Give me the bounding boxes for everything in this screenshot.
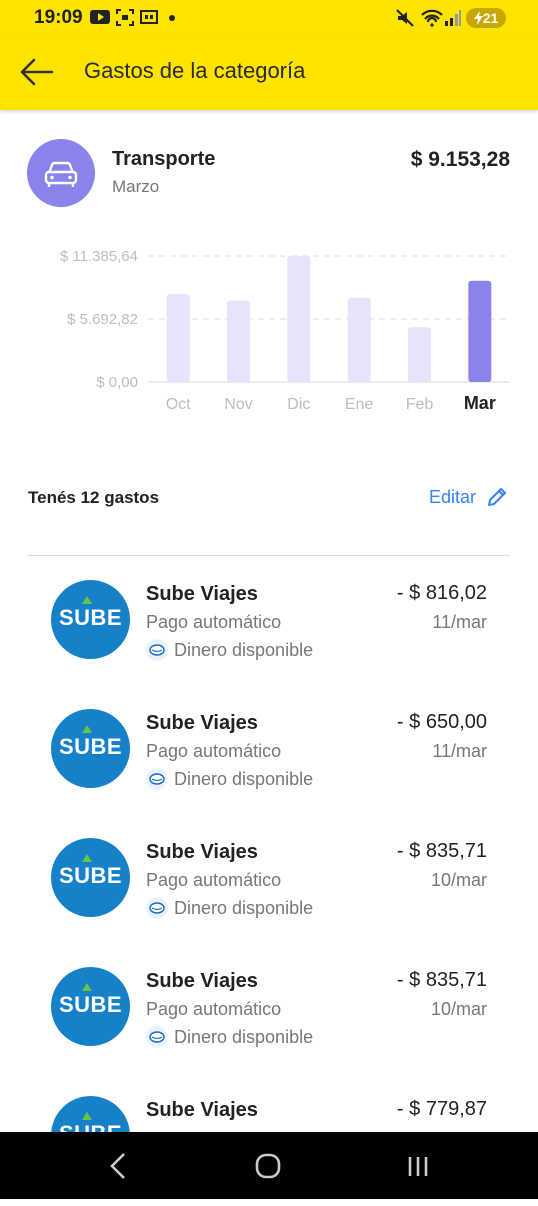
mercadopago-icon: [146, 639, 168, 661]
payment-source-label: Dinero disponible: [174, 768, 314, 789]
transaction-item[interactable]: SUBE Sube Viajes Pago automático Dinero …: [0, 709, 538, 819]
charging-icon: [473, 11, 483, 25]
edit-label: Editar: [428, 486, 476, 507]
expense-count: Tenés 12 gastos: [28, 488, 160, 507]
mercadopago-icon: [146, 897, 168, 919]
transaction-amount: - $ 835,71: [396, 840, 487, 862]
x-tick-label: Ene: [345, 396, 374, 413]
status-time: 19:09: [34, 7, 83, 28]
transaction-amount: - $ 816,02: [396, 582, 487, 604]
x-tick-label: Feb: [406, 396, 434, 413]
transaction-title: Sube Viajes: [146, 970, 258, 992]
payment-source-label: Dinero disponible: [174, 897, 314, 918]
nav-home-icon[interactable]: [254, 1150, 282, 1182]
transaction-item[interactable]: SUBE Sube Viajes Pago automático Dinero …: [0, 838, 538, 948]
page-title: Gastos de la categoría: [84, 58, 306, 83]
screenshot-icon: [116, 9, 134, 26]
app-header: Gastos de la categoría: [0, 36, 538, 110]
chart-bar: [227, 300, 250, 382]
payment-source: Dinero disponible: [146, 897, 313, 919]
transaction-amount: - $ 650,00: [396, 711, 487, 733]
battery-indicator: 21: [466, 8, 506, 28]
transaction-date: 10/mar: [430, 999, 487, 1019]
sube-logo: SUBE: [51, 709, 130, 788]
signal-icon: [445, 10, 461, 26]
back-button[interactable]: [18, 54, 58, 90]
transaction-amount: - $ 779,87: [396, 1098, 487, 1120]
battery-level: 21: [482, 10, 499, 26]
category-month: Marzo: [112, 177, 160, 196]
transaction-amount: - $ 835,71: [396, 969, 487, 991]
x-tick-label: Mar: [464, 393, 496, 413]
edit-button[interactable]: Editar: [429, 486, 508, 508]
sube-logo: SUBE: [51, 838, 130, 917]
gallery-icon: [140, 10, 158, 24]
y-tick-label: $ 11.385,64: [60, 248, 138, 265]
transaction-date: 10/mar: [430, 870, 487, 890]
y-tick-label: $ 5.692,82: [67, 311, 138, 328]
transaction-subtitle: Pago automático: [146, 999, 282, 1019]
chart-bar: [287, 256, 311, 382]
payment-source-label: Dinero disponible: [174, 1026, 314, 1047]
youtube-icon: [90, 10, 110, 24]
mute-icon: [396, 9, 414, 27]
system-nav-bar: [0, 1132, 538, 1199]
transaction-date: 11/mar: [432, 612, 487, 632]
mercadopago-icon: [146, 1026, 168, 1048]
transaction-subtitle: Pago automático: [146, 612, 282, 632]
transaction-title: Sube Viajes: [146, 583, 258, 605]
chart-bar: [408, 327, 431, 382]
category-name: Transporte: [112, 148, 216, 170]
pencil-icon: [488, 488, 506, 506]
payment-source: Dinero disponible: [146, 768, 313, 790]
y-tick-label: $ 0,00: [96, 374, 138, 391]
nav-back-icon[interactable]: [104, 1150, 132, 1182]
transaction-subtitle: Pago automático: [146, 870, 282, 890]
transaction-date: 11/mar: [432, 741, 487, 761]
divider: [28, 555, 510, 556]
x-tick-label: Dic: [287, 396, 310, 413]
transaction-title: Sube Viajes: [146, 841, 258, 863]
payment-source: Dinero disponible: [146, 639, 313, 661]
status-bar: 19:09 21: [0, 0, 538, 36]
chart-bar: [347, 297, 371, 382]
payment-source-label: Dinero disponible: [174, 639, 314, 660]
category-icon-badge: [27, 139, 95, 207]
sube-logo: SUBE: [51, 580, 130, 659]
chart-bar: [166, 294, 190, 382]
transaction-title: Sube Viajes: [146, 712, 258, 734]
transaction-title: Sube Viajes: [146, 1099, 258, 1121]
x-tick-label: Oct: [166, 396, 191, 413]
nav-recents-icon[interactable]: [404, 1150, 432, 1182]
mercadopago-icon: [146, 768, 168, 790]
transaction-item[interactable]: SUBE Sube Viajes Pago automático Dinero …: [0, 580, 538, 690]
car-icon: [44, 161, 78, 187]
x-tick-label: Nov: [224, 396, 252, 413]
monthly-spending-chart: $ 11.385,64 $ 5.692,82 $ 0,00 Oct Nov Dic Ene F…: [60, 248, 510, 413]
notification-dot-icon: [169, 15, 175, 21]
arrow-left-icon: [20, 58, 54, 86]
wifi-icon: [421, 9, 443, 27]
category-total: $ 9.153,28: [410, 148, 510, 171]
sube-logo: SUBE: [51, 967, 130, 1046]
payment-source: Dinero disponible: [146, 1026, 313, 1048]
transaction-subtitle: Pago automático: [146, 741, 282, 761]
transaction-item[interactable]: SUBE Sube Viajes Pago automático Dinero …: [0, 967, 538, 1077]
chart-bar: [468, 280, 492, 382]
